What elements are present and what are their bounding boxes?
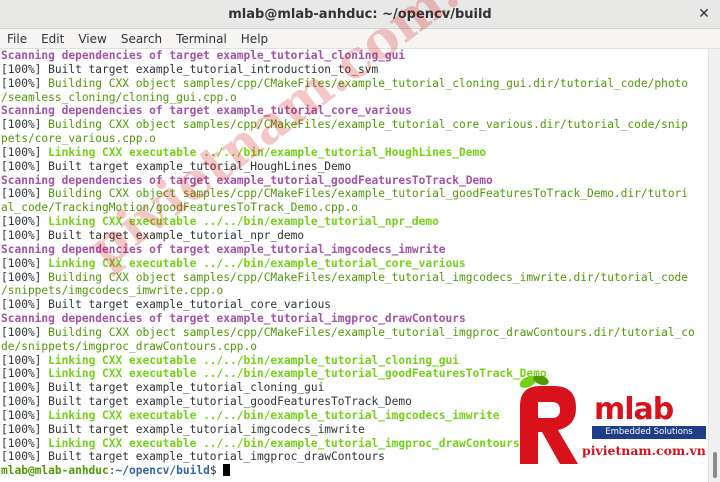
terminal-text-segment: Building CXX object samples/cpp/CMakeFil… [48,76,689,90]
brand-logo: mlab Embedded Solutions pivietnam.com.vn [510,372,710,472]
terminal-line: [100%] Building CXX object samples/cpp/C… [0,326,709,340]
terminal-text-segment: [100%] [1,367,49,381]
terminal-line: de/snippets/imgproc_drawContours.cpp.o [0,340,709,354]
logo-brand-name: mlab [594,392,674,427]
menu-search[interactable]: Search [114,32,169,46]
window-title: mlab@mlab-anhduc: ~/opencv/build [228,6,492,22]
menu-edit[interactable]: Edit [34,32,71,46]
terminal-text-segment: [100%] [1,215,49,229]
terminal-line: [100%] Built target example_tutorial_int… [0,63,709,77]
terminal-text-segment: [100%] [1,256,49,270]
terminal-text-segment: [100%] Built target example_tutorial_clo… [1,381,325,395]
terminal-text-segment: [100%] Built target example_tutorial_cor… [1,298,332,312]
terminal-text-segment: /snippets/imgcodecs_imwrite.cpp.o [1,284,224,298]
prompt-user-host: mlab@mlab-anhduc [1,464,109,478]
terminal-text-segment: Building CXX object samples/cpp/CMakeFil… [48,325,695,339]
terminal-line: Scanning dependencies of target example_… [0,174,709,188]
prompt-path: ~/opencv/build [115,464,210,478]
terminal-text-segment: Linking CXX executable ../../bin/example… [48,215,439,229]
terminal-line: [100%] Building CXX object samples/cpp/C… [0,118,709,132]
terminal-text-segment: de/snippets/imgproc_drawContours.cpp.o [1,339,257,353]
menu-bar: File Edit View Search Terminal Help [0,29,720,49]
terminal-line: Scanning dependencies of target example_… [0,104,709,118]
terminal-text-segment: Scanning dependencies of target example_… [1,173,493,187]
terminal-text-segment: [100%] [1,76,49,90]
scrollbar-thumb[interactable] [713,452,717,478]
terminal-text-segment: [100%] Built target example_tutorial_img… [1,450,385,464]
terminal-text-segment: [100%] [1,187,49,201]
terminal-text-segment: Building CXX object samples/cpp/CMakeFil… [48,118,689,132]
menu-file[interactable]: File [0,32,34,46]
terminal-text-segment: Linking CXX executable ../../bin/example… [48,367,547,381]
terminal-text-segment: Linking CXX executable ../../bin/example… [48,353,460,367]
terminal-text-segment: [100%] [1,118,49,132]
terminal-line: /seamless_cloning/cloning_gui.cpp.o [0,91,709,105]
terminal-text-segment: [100%] [1,145,49,159]
terminal-text-segment: [100%] [1,436,49,450]
terminal-text-segment: al_code/TrackingMotion/goodFeaturesToTra… [1,201,358,215]
terminal-text-segment: Linking CXX executable ../../bin/example… [48,256,466,270]
terminal-text-segment: Linking CXX executable ../../bin/example… [48,436,520,450]
terminal-line: [100%] Built target example_tutorial_Hou… [0,160,709,174]
terminal-text-segment: Scanning dependencies of target example_… [1,242,446,256]
terminal-text-segment: [100%] Built target example_tutorial_npr… [1,228,305,242]
terminal-text-segment: [100%] [1,353,49,367]
logo-url: pivietnam.com.vn [582,443,706,458]
terminal-line: Scanning dependencies of target example_… [0,49,709,63]
terminal-line: Scanning dependencies of target example_… [0,243,709,257]
terminal-text-segment: [100%] Built target example_tutorial_img… [1,422,365,436]
terminal-text-segment: [100%] [1,270,49,284]
terminal-line: al_code/TrackingMotion/goodFeaturesToTra… [0,201,709,215]
prompt-symbol: $ [209,464,224,478]
terminal-text-segment: Linking CXX executable ../../bin/example… [48,145,486,159]
terminal-text-segment: Scanning dependencies of target example_… [1,312,466,326]
prompt-separator: : [108,464,116,478]
terminal-line: [100%] Built target example_tutorial_cor… [0,298,709,312]
text-cursor [223,464,231,477]
menu-help[interactable]: Help [234,32,275,46]
terminal-text-segment: pets/core_various.cpp.o [1,132,156,146]
terminal-text-segment: [100%] [1,408,49,422]
terminal-line: [100%] Linking CXX executable ../../bin/… [0,146,709,160]
terminal-text-segment: Linking CXX executable ../../bin/example… [48,408,500,422]
terminal-line: [100%] Building CXX object samples/cpp/C… [0,77,709,91]
terminal-text-segment: Building CXX object samples/cpp/CMakeFil… [48,270,689,284]
title-bar: mlab@mlab-anhduc: ~/opencv/build ✕ [0,0,720,29]
menu-view[interactable]: View [71,32,113,46]
terminal-line: [100%] Linking CXX executable ../../bin/… [0,215,709,229]
close-icon[interactable]: ✕ [696,6,712,22]
terminal-line: [100%] Linking CXX executable ../../bin/… [0,354,709,368]
terminal-line: [100%] Building CXX object samples/cpp/C… [0,187,709,201]
terminal-line: pets/core_various.cpp.o [0,132,709,146]
terminal-text-segment: Scanning dependencies of target example_… [1,49,406,62]
terminal-text-segment: /seamless_cloning/cloning_gui.cpp.o [1,90,237,104]
terminal-text-segment: Scanning dependencies of target example_… [1,104,412,118]
terminal-line: [100%] Building CXX object samples/cpp/C… [0,271,709,285]
terminal-text-segment: [100%] Built target example_tutorial_Hou… [1,159,352,173]
terminal-text-segment: [100%] Built target example_tutorial_int… [1,62,379,76]
terminal-line: [100%] Built target example_tutorial_npr… [0,229,709,243]
terminal-line: Scanning dependencies of target example_… [0,312,709,326]
terminal-text-segment: Building CXX object samples/cpp/CMakeFil… [48,187,689,201]
logo-tagline: Embedded Solutions [592,426,706,439]
terminal-text-segment: [100%] [1,325,49,339]
terminal-text-segment: [100%] Built target example_tutorial_goo… [1,395,412,409]
menu-terminal[interactable]: Terminal [169,32,234,46]
r-logo-icon [519,376,578,464]
terminal-line: /snippets/imgcodecs_imwrite.cpp.o [0,284,709,298]
terminal-line: [100%] Linking CXX executable ../../bin/… [0,257,709,271]
